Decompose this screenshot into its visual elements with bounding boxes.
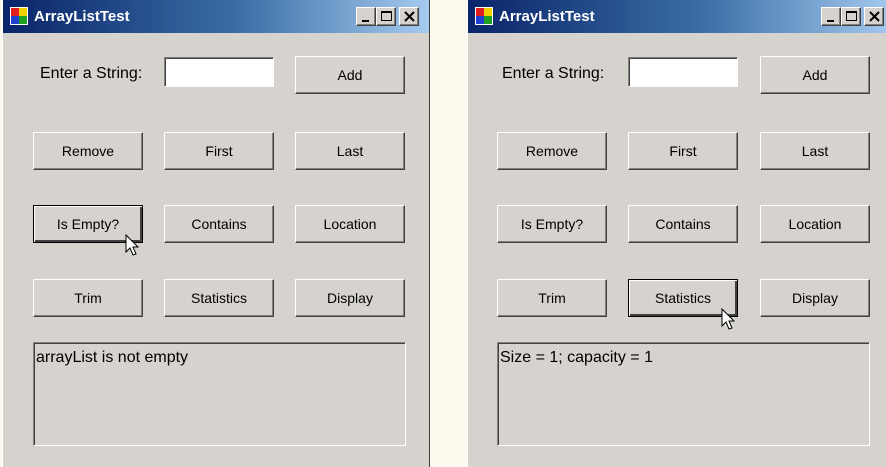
window-title: ArrayListTest — [34, 8, 130, 25]
first-button[interactable]: First — [164, 132, 274, 170]
location-button[interactable]: Location — [295, 205, 405, 243]
minimize-button[interactable] — [356, 7, 376, 26]
string-input[interactable] — [164, 57, 274, 87]
close-button[interactable] — [399, 7, 419, 26]
statistics-button[interactable]: Statistics — [164, 279, 274, 317]
minimize-icon — [362, 20, 369, 22]
close-icon — [869, 11, 880, 22]
mouse-cursor-icon — [125, 234, 140, 256]
output-textbox[interactable]: Size = 1; capacity = 1 — [497, 342, 870, 446]
maximize-icon — [846, 11, 857, 21]
is-empty-button[interactable]: Is Empty? — [497, 205, 607, 243]
display-button[interactable]: Display — [295, 279, 405, 317]
display-button[interactable]: Display — [760, 279, 870, 317]
maximize-icon — [381, 11, 392, 21]
last-button[interactable]: Last — [295, 132, 405, 170]
trim-button[interactable]: Trim — [33, 279, 143, 317]
last-button[interactable]: Last — [760, 132, 870, 170]
add-button[interactable]: Add — [295, 56, 405, 94]
first-button[interactable]: First — [628, 132, 738, 170]
contains-button[interactable]: Contains — [164, 205, 274, 243]
close-button[interactable] — [864, 7, 884, 26]
contains-button[interactable]: Contains — [628, 205, 738, 243]
title-bar[interactable]: ArrayListTest — [3, 0, 429, 33]
trim-button[interactable]: Trim — [497, 279, 607, 317]
app-icon — [10, 7, 28, 25]
output-textbox[interactable]: arrayList is not empty — [33, 342, 406, 446]
remove-button[interactable]: Remove — [33, 132, 143, 170]
maximize-button[interactable] — [841, 7, 861, 26]
location-button[interactable]: Location — [760, 205, 870, 243]
enter-string-label: Enter a String: — [502, 65, 605, 82]
arraylist-window-1: ArrayListTest Enter a String: Add Remove… — [2, 0, 430, 467]
minimize-button[interactable] — [821, 7, 841, 26]
string-input[interactable] — [628, 57, 738, 87]
title-bar[interactable]: ArrayListTest — [468, 0, 886, 33]
app-icon — [475, 7, 493, 25]
mouse-cursor-icon — [721, 308, 736, 330]
remove-button[interactable]: Remove — [497, 132, 607, 170]
close-icon — [404, 11, 415, 22]
enter-string-label: Enter a String: — [40, 65, 143, 82]
minimize-icon — [827, 20, 834, 22]
window-title: ArrayListTest — [499, 8, 595, 25]
add-button[interactable]: Add — [760, 56, 870, 94]
maximize-button[interactable] — [376, 7, 396, 26]
arraylist-window-2: ArrayListTest Enter a String: Add Remove… — [467, 0, 886, 467]
